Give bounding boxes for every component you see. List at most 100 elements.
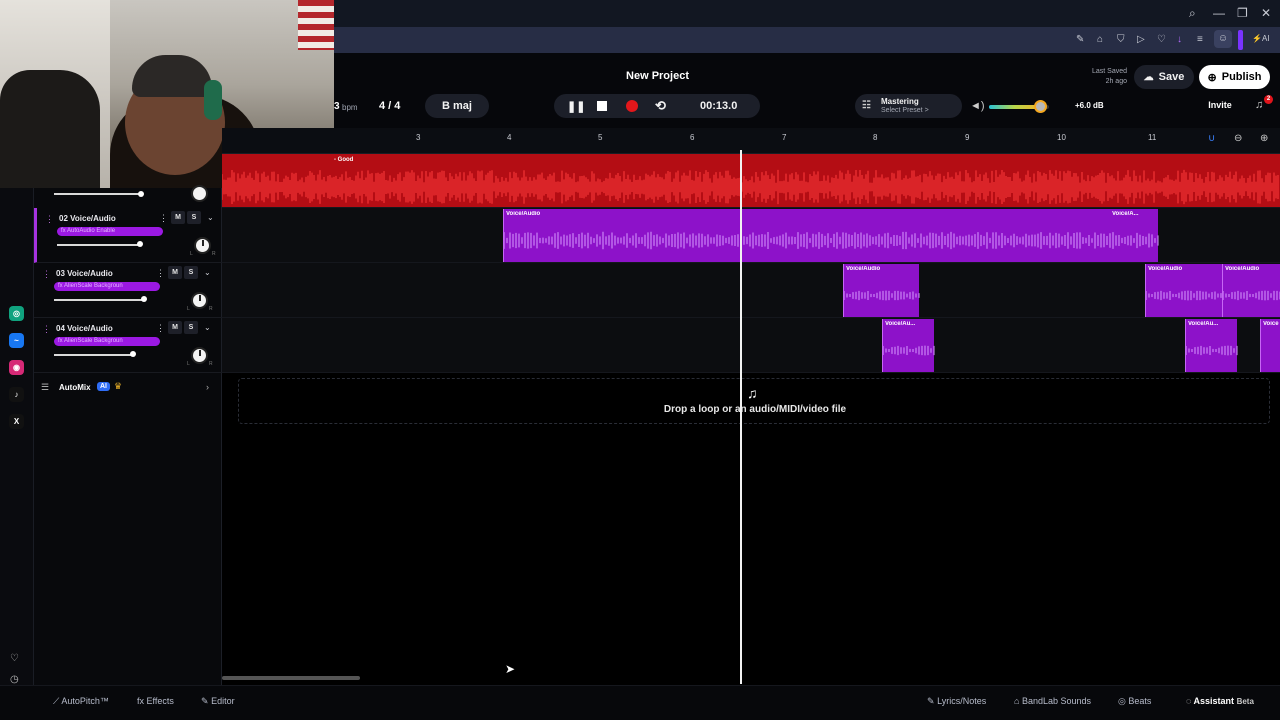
track-01-volume-thumb[interactable] — [138, 191, 144, 197]
drag-handle-icon[interactable]: ⋮ — [45, 214, 54, 225]
audio-clip[interactable]: Voice/Au... — [1185, 319, 1238, 372]
ai-button[interactable]: ⚡AI — [1252, 34, 1270, 43]
pause-icon[interactable]: ❚❚ — [567, 100, 585, 113]
speaker-icon[interactable]: ◄) — [970, 100, 985, 112]
time-signature[interactable]: 4 / 4 — [379, 100, 400, 112]
waveform — [883, 345, 935, 356]
record-icon[interactable] — [626, 100, 638, 112]
publish-button[interactable]: ⊕ Publish — [1199, 65, 1270, 89]
effects-chain[interactable]: fx AlienScale Backgroun — [54, 282, 160, 291]
volume-slider[interactable] — [54, 354, 134, 356]
search-icon[interactable]: ⌕ — [1189, 6, 1196, 21]
track-01-pan-knob[interactable] — [191, 185, 208, 202]
profile-icon[interactable]: ☺ — [1214, 30, 1232, 48]
cursor-icon: ➤ — [505, 662, 516, 676]
drag-handle-icon[interactable]: ⋮ — [42, 324, 51, 335]
lane-02[interactable]: Voice/Audio Voice/A... — [222, 208, 1280, 263]
assistant-button[interactable]: ◌ Assistant Beta — [1186, 696, 1254, 706]
play-icon[interactable]: ▷ — [1137, 34, 1145, 45]
audio-clip[interactable]: Voice/Au... — [882, 319, 935, 372]
playhead[interactable] — [740, 150, 742, 684]
download-icon[interactable]: ↓ — [1177, 34, 1182, 45]
invite-button[interactable]: Invite — [1199, 100, 1241, 110]
chatgpt-icon[interactable]: ◎ — [9, 306, 24, 321]
audio-clip[interactable]: Voice/Audio — [1145, 264, 1222, 317]
volume-thumb[interactable] — [137, 241, 144, 247]
audio-clip[interactable]: Voice/Audio — [1222, 264, 1280, 317]
shield-icon[interactable]: ⛉ — [1117, 34, 1125, 45]
pan-knob[interactable] — [191, 347, 208, 364]
chevron-right-icon[interactable]: › — [206, 382, 209, 392]
chevron-down-icon[interactable]: ⌄ — [204, 268, 211, 277]
close-icon[interactable]: ✕ — [1261, 6, 1271, 20]
mute-button[interactable]: M — [171, 211, 185, 224]
mastering-button[interactable]: ☷ Mastering Select Preset > — [855, 94, 962, 118]
autopitch-button[interactable]: ⟋ AutoPitch™ — [53, 696, 109, 707]
heart-icon[interactable]: ♡ — [10, 653, 19, 664]
tiktok-icon[interactable]: ♪ — [9, 387, 24, 402]
master-volume-slider[interactable] — [989, 100, 1049, 113]
key-selector[interactable]: B maj — [425, 94, 489, 118]
automix-row[interactable]: ☰ AutoMix AI ♛ › — [34, 376, 222, 400]
volume-thumb[interactable] — [130, 351, 137, 357]
more-icon[interactable]: ⋮ — [159, 213, 168, 224]
solo-button[interactable]: S — [184, 321, 198, 334]
mute-button[interactable]: M — [168, 321, 182, 334]
save-button[interactable]: ☁ Save — [1134, 65, 1194, 89]
effects-chain[interactable]: fx AlienScale Backgroun — [54, 337, 160, 346]
audio-clip[interactable]: Voice/Audio Voice/A... — [503, 209, 1159, 262]
more-icon[interactable]: ⋮ — [156, 323, 165, 334]
solo-button[interactable]: S — [187, 211, 201, 224]
drag-handle-icon[interactable]: ⋮ — [42, 269, 51, 280]
lyrics-button[interactable]: ✎ Lyrics/Notes — [927, 696, 986, 707]
x-icon[interactable]: X — [9, 414, 24, 429]
messenger-icon[interactable]: ~ — [9, 333, 24, 348]
lane-03[interactable]: Voice/Audio Voice/Audio Voice/Audio — [222, 263, 1280, 318]
pan-knob[interactable] — [191, 292, 208, 309]
horizontal-scrollbar[interactable] — [222, 676, 360, 680]
stop-icon[interactable] — [597, 101, 607, 111]
lane-01[interactable]: - Good — [222, 154, 1280, 208]
volume-slider[interactable] — [54, 299, 144, 301]
editor-button[interactable]: ✎ Editor — [201, 696, 235, 707]
audio-clip[interactable]: Voice — [1260, 319, 1280, 372]
track-header[interactable]: ⋮ 03 Voice/Audio ⋮ M S ⌄ fx AlienScale B… — [34, 263, 222, 318]
ruler-mark: 4 — [507, 133, 512, 142]
restore-icon[interactable]: ❐ — [1237, 6, 1248, 20]
zoom-out-icon[interactable]: ⊖ — [1234, 133, 1242, 144]
automix-label: AutoMix — [59, 383, 91, 392]
effects-chain[interactable]: fx AutoAudio Enable — [57, 227, 163, 236]
loop-icon[interactable]: ⟲ — [655, 98, 666, 114]
camera-icon[interactable]: ⌂ — [1097, 34, 1103, 45]
lane-04[interactable]: Voice/Au... Voice/Au... Voice — [222, 318, 1280, 373]
track-header[interactable]: ⋮ 04 Voice/Audio ⋮ M S ⌄ fx AlienScale B… — [34, 318, 222, 373]
instagram-icon[interactable]: ◉ — [9, 360, 24, 375]
mute-button[interactable]: M — [168, 266, 182, 279]
drop-zone[interactable]: ♫ Drop a loop or an audio/MIDI/video fil… — [238, 378, 1270, 424]
solo-button[interactable]: S — [184, 266, 198, 279]
magnet-icon[interactable]: ∪ — [1208, 133, 1215, 144]
history-icon[interactable]: ◷ — [10, 674, 19, 685]
zoom-in-icon[interactable]: ⊕ — [1260, 133, 1268, 144]
more-icon[interactable]: ⋮ — [156, 268, 165, 279]
project-title[interactable]: New Project — [600, 70, 715, 82]
audio-clip[interactable]: Voice/Audio — [843, 264, 920, 317]
sounds-button[interactable]: ⌂ BandLab Sounds — [1014, 696, 1091, 706]
edit-icon[interactable]: ✎ — [1076, 34, 1084, 45]
effects-button[interactable]: fx Effects — [137, 696, 174, 706]
menu-icon[interactable]: ≡ — [1197, 34, 1203, 45]
track-header[interactable]: ⋮ 02 Voice/Audio ⋮ M S ⌄ fx AutoAudio En… — [34, 208, 222, 263]
beats-button[interactable]: ◎ Beats — [1118, 696, 1151, 707]
volume-thumb[interactable] — [140, 296, 147, 302]
volume-slider[interactable] — [57, 244, 141, 246]
heart-icon[interactable]: ♡ — [1157, 34, 1166, 45]
master-volume-thumb[interactable] — [1034, 100, 1047, 113]
chevron-down-icon[interactable]: ⌄ — [204, 323, 211, 332]
pan-knob[interactable] — [194, 237, 211, 254]
chevron-down-icon[interactable]: ⌄ — [207, 213, 214, 222]
timeline-ruler[interactable]: 3 4 5 6 7 8 9 10 11 ∪ ⊖ ⊕ — [222, 128, 1280, 154]
bpm-value[interactable]: 3 — [334, 101, 340, 112]
track-01-volume-slider[interactable] — [54, 193, 142, 195]
bell-icon[interactable]: ♫ — [1255, 99, 1263, 111]
minimize-icon[interactable]: — — [1213, 6, 1225, 20]
